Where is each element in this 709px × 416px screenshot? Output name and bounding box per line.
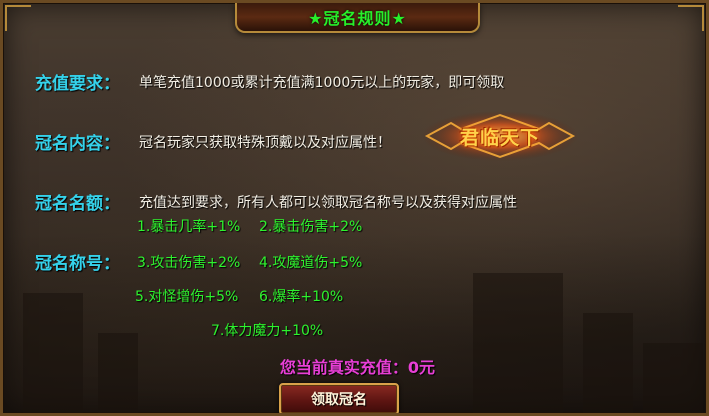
- content-text: 冠名玩家只获取特殊顶戴以及对应属性！: [139, 134, 391, 151]
- requirement-row: 充值要求： 单笔充值1000或累计充值满1000元以上的玩家，即可领取: [35, 69, 504, 94]
- attribute-item: 2.暴击伤害+2%: [259, 219, 363, 235]
- claim-title-button[interactable]: 领取冠名: [279, 383, 399, 413]
- attribute-item: 3.攻击伤害+2%: [137, 255, 241, 271]
- badge-text: 君临天下: [459, 126, 540, 149]
- attribute-item: 5.对怪增伤+5%: [135, 289, 239, 305]
- panel-title: ★冠名规则★: [308, 9, 407, 28]
- attribute-item: 1.暴击几率+1%: [137, 219, 241, 235]
- content-label: 冠名内容：: [35, 134, 120, 154]
- attribute-item: 4.攻魔道伤+5%: [259, 255, 363, 271]
- title-rules-panel: ★冠名规则★ 充值要求： 单笔充值1000或累计充值满1000元以上的玩家，即可…: [0, 0, 709, 416]
- quota-label: 冠名名额：: [35, 194, 120, 214]
- attribute-item: 7.体力魔力+10%: [211, 323, 324, 339]
- claim-title-button-label: 领取冠名: [311, 392, 367, 408]
- title-badge-icon: 君临天下: [421, 109, 579, 163]
- current-recharge-text: 您当前真实充值：0元: [279, 358, 436, 377]
- requirement-label: 充值要求：: [35, 74, 120, 94]
- attribute-item: 6.爆率+10%: [259, 289, 344, 305]
- titles-row: 冠名称号：: [35, 249, 120, 274]
- frame-corner-top-right: [678, 5, 704, 31]
- quota-row: 冠名名额： 充值达到要求，所有人都可以领取冠名称号以及获得对应属性: [35, 189, 517, 214]
- titles-label: 冠名称号：: [35, 254, 120, 274]
- content-row: 冠名内容： 冠名玩家只获取特殊顶戴以及对应属性！: [35, 129, 391, 154]
- title-bar: ★冠名规则★: [235, 3, 480, 33]
- frame-corner-top-left: [5, 5, 31, 31]
- requirement-text: 单笔充值1000或累计充值满1000元以上的玩家，即可领取: [139, 74, 505, 91]
- quota-text: 充值达到要求，所有人都可以领取冠名称号以及获得对应属性: [139, 194, 517, 211]
